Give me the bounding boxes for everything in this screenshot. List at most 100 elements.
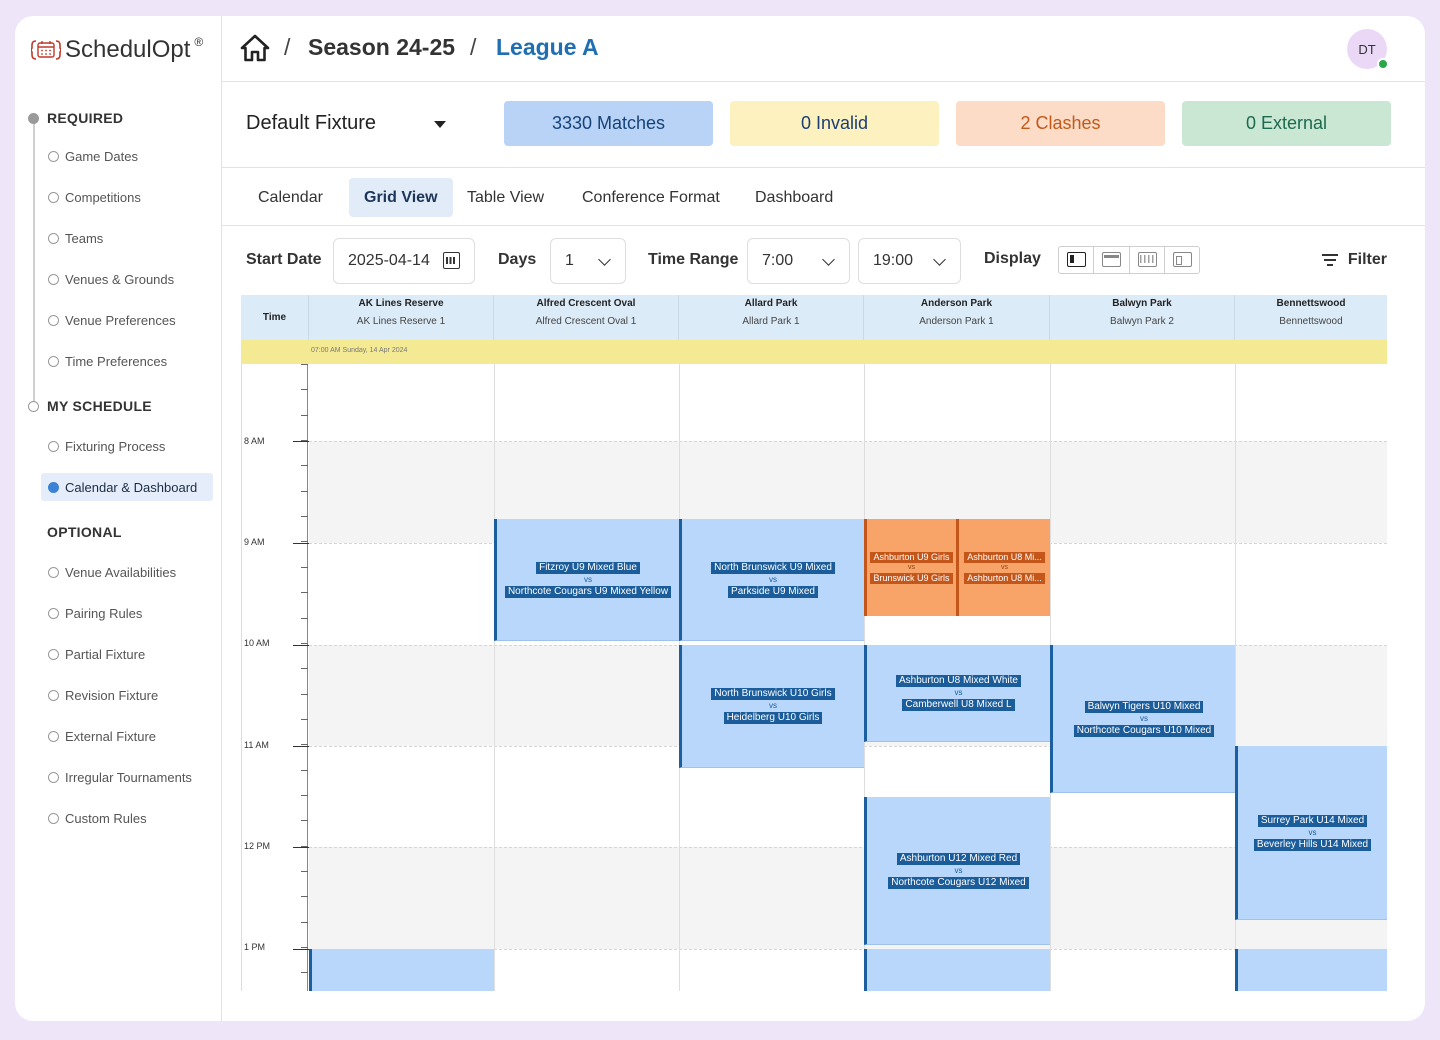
time-start-select[interactable]: 7:00 bbox=[747, 238, 850, 284]
match-card[interactable] bbox=[1235, 949, 1387, 991]
sidebar-item-partial-fixture[interactable]: Partial Fixture bbox=[41, 640, 213, 668]
vs-label: vs bbox=[769, 701, 777, 710]
away-team: Northcote Cougars U12 Mixed bbox=[888, 876, 1029, 889]
sidebar-item-venue-availabilities[interactable]: Venue Availabilities bbox=[41, 558, 213, 586]
hour-tick bbox=[293, 543, 309, 544]
sidebar: SchedulOpt ® REQUIRED Game Dates Competit… bbox=[15, 16, 222, 1021]
sidebar-item-label: Teams bbox=[65, 230, 104, 246]
match-card[interactable]: Ashburton U8 Mixed White vs Camberwell U… bbox=[864, 645, 1050, 742]
quarter-tick bbox=[301, 618, 308, 619]
matches-count-button[interactable]: 3330 Matches bbox=[504, 101, 713, 146]
clash-match-card[interactable]: Ashburton U9 Girls vs Brunswick U9 Girls bbox=[864, 519, 956, 616]
display-compact-button[interactable] bbox=[1165, 247, 1199, 273]
match-card[interactable]: Balwyn Tigers U10 Mixed vs Northcote Cou… bbox=[1050, 645, 1235, 793]
breadcrumb-season[interactable]: Season 24-25 bbox=[308, 34, 455, 61]
hour-line bbox=[309, 847, 1387, 848]
clashes-count-button[interactable]: 2 Clashes bbox=[956, 101, 1165, 146]
time-end-select[interactable]: 19:00 bbox=[858, 238, 961, 284]
match-card[interactable]: North Brunswick U9 Mixed vs Parkside U9 … bbox=[679, 519, 864, 641]
match-card[interactable] bbox=[864, 949, 1050, 991]
quarter-tick bbox=[301, 567, 308, 568]
venue-name: Balwyn Park bbox=[1112, 298, 1172, 309]
start-date-input[interactable]: 2025-04-14 bbox=[333, 238, 475, 284]
tab-conference-format[interactable]: Conference Format bbox=[567, 178, 735, 217]
registered-mark: ® bbox=[194, 35, 204, 49]
match-card[interactable]: Fitzroy U9 Mixed Blue vs Northcote Couga… bbox=[494, 519, 679, 641]
hour-label: 9 AM bbox=[244, 537, 265, 547]
field-name: Anderson Park 1 bbox=[919, 316, 994, 327]
match-card[interactable]: Surrey Park U14 Mixed vs Beverley Hills … bbox=[1235, 746, 1387, 920]
tab-calendar[interactable]: Calendar bbox=[243, 178, 338, 217]
calendar-icon[interactable] bbox=[443, 252, 460, 269]
match-card[interactable] bbox=[309, 949, 494, 991]
fixture-dropdown[interactable]: Default Fixture bbox=[246, 112, 446, 135]
chevron-down-icon bbox=[598, 253, 611, 266]
row-layout-icon bbox=[1102, 252, 1122, 267]
quarter-tick bbox=[301, 744, 308, 745]
quarter-tick bbox=[301, 719, 308, 720]
display-row-button[interactable] bbox=[1094, 247, 1130, 273]
tab-grid-view[interactable]: Grid View bbox=[349, 178, 453, 217]
breadcrumb-league[interactable]: League A bbox=[496, 34, 599, 61]
quarter-tick bbox=[301, 364, 308, 365]
quarter-tick bbox=[301, 871, 308, 872]
vs-label: vs bbox=[1140, 713, 1148, 723]
sidebar-item-custom-rules[interactable]: Custom Rules bbox=[41, 804, 213, 832]
sidebar-item-teams[interactable]: Teams bbox=[41, 224, 213, 252]
sidebar-item-calendar-dashboard[interactable]: Calendar & Dashboard bbox=[41, 473, 213, 501]
sidebar-item-label: Pairing Rules bbox=[65, 605, 143, 621]
step-ring-icon bbox=[48, 440, 59, 452]
grid-left-border bbox=[241, 364, 242, 991]
sidebar-item-label: Revision Fixture bbox=[65, 687, 159, 703]
clash-match-card[interactable]: Ashburton U8 Mi... vs Ashburton U8 Mi... bbox=[956, 519, 1050, 616]
app-window: SchedulOpt ® REQUIRED Game Dates Competit… bbox=[15, 16, 1425, 1021]
sidebar-item-irregular-tournaments[interactable]: Irregular Tournaments bbox=[41, 763, 213, 791]
sidebar-item-time-preferences[interactable]: Time Preferences bbox=[41, 347, 213, 375]
sidebar-item-game-dates[interactable]: Game Dates bbox=[41, 142, 213, 170]
sidebar-item-venue-preferences[interactable]: Venue Preferences bbox=[41, 306, 213, 334]
hour-tick bbox=[293, 645, 309, 646]
venue-header: Balwyn Park Balwyn Park 2 bbox=[1050, 295, 1235, 340]
sidebar-item-external-fixture[interactable]: External Fixture bbox=[41, 722, 213, 750]
user-avatar[interactable]: DT bbox=[1347, 29, 1389, 70]
vs-label: vs bbox=[908, 563, 915, 571]
step-ring-icon bbox=[48, 314, 59, 326]
invalid-count-button[interactable]: 0 Invalid bbox=[730, 101, 939, 146]
sidebar-item-venues-grounds[interactable]: Venues & Grounds bbox=[41, 265, 213, 293]
match-card[interactable]: Ashburton U12 Mixed Red vs Northcote Cou… bbox=[864, 797, 1050, 945]
avatar-initials: DT bbox=[1358, 41, 1376, 57]
quarter-tick bbox=[301, 896, 308, 897]
step-ring-icon bbox=[48, 355, 59, 367]
schedule-grid: Time AK Lines Reserve AK Lines Reserve 1 … bbox=[241, 295, 1387, 991]
sidebar-item-competitions[interactable]: Competitions bbox=[41, 183, 213, 211]
chevron-down-icon bbox=[933, 253, 946, 266]
hour-tick bbox=[293, 441, 309, 442]
external-count-button[interactable]: 0 External bbox=[1182, 101, 1391, 146]
days-select[interactable]: 1 bbox=[550, 238, 626, 284]
home-team: Ashburton U12 Mixed Red bbox=[896, 852, 1021, 865]
section-required: REQUIRED bbox=[47, 110, 124, 126]
step-ring-icon bbox=[48, 812, 59, 824]
match-card[interactable]: North Brunswick U10 Girls vs Heidelberg … bbox=[679, 645, 864, 768]
sidebar-item-pairing-rules[interactable]: Pairing Rules bbox=[41, 599, 213, 627]
display-column-button[interactable] bbox=[1059, 247, 1095, 273]
filter-button[interactable]: Filter bbox=[1321, 251, 1387, 269]
home-team: Fitzroy U9 Mixed Blue bbox=[536, 561, 640, 574]
home-icon[interactable] bbox=[240, 33, 270, 63]
quarter-tick bbox=[301, 415, 308, 416]
sidebar-item-fixturing-process[interactable]: Fixturing Process bbox=[41, 432, 213, 460]
vs-label: vs bbox=[1308, 827, 1317, 837]
sidebar-item-revision-fixture[interactable]: Revision Fixture bbox=[41, 681, 213, 709]
venue-header: Bennettswood Bennettswood bbox=[1235, 295, 1387, 340]
tab-table-view[interactable]: Table View bbox=[452, 178, 559, 217]
filter-label: Filter bbox=[1347, 251, 1387, 268]
display-calendar-button[interactable] bbox=[1130, 247, 1165, 273]
logo[interactable]: SchedulOpt ® bbox=[31, 35, 204, 64]
header: / Season 24-25 / League A DT bbox=[222, 16, 1425, 82]
calendar-logo-icon bbox=[31, 40, 61, 60]
progress-line bbox=[33, 118, 35, 408]
step-ring-icon bbox=[48, 191, 59, 203]
venue-name: Alfred Crescent Oval bbox=[536, 298, 636, 309]
step-ring-icon bbox=[48, 648, 59, 660]
tab-dashboard[interactable]: Dashboard bbox=[740, 178, 848, 217]
